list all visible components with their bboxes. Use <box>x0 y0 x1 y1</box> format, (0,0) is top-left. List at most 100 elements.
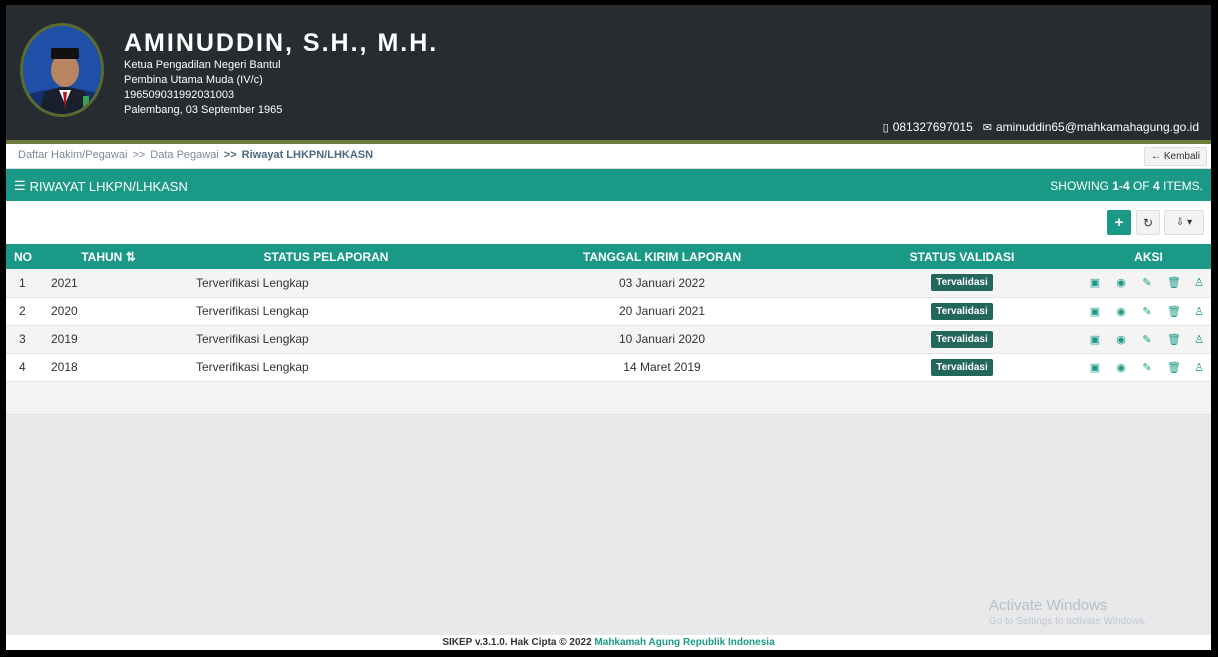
profile-birth: Palembang, 03 September 1965 <box>124 104 283 116</box>
table-row: 1 2021 Terverifikasi Lengkap 03 Januari 202… <box>6 269 1211 297</box>
table-footer-space <box>6 382 1211 415</box>
user-icon[interactable]: ♙ <box>1193 305 1205 318</box>
status-badge: Tervalidasi <box>931 302 993 320</box>
sort-icon: ⇅ <box>125 249 136 264</box>
cell-status: Terverifikasi Lengkap <box>196 304 309 318</box>
cell-tahun: 2018 <box>51 360 78 374</box>
table-row: 4 2018 Terverifikasi Lengkap 14 Maret 2019 T… <box>6 353 1211 381</box>
add-button[interactable]: + <box>1107 210 1131 235</box>
column-header-tahun[interactable]: TAHUN ⇅ <box>51 244 166 269</box>
panel-title: ☰ RIWAYAT LHKPN/LHKASN <box>14 178 188 194</box>
cell-aksi: ▣ ◉ ✎ 🗑 ♙ <box>1086 269 1211 297</box>
cell-tanggal: 03 Januari 2022 <box>618 275 706 290</box>
table-header-row: NO TAHUN ⇅ STATUS PELAPORAN TANGGAL KIRI… <box>6 244 1211 269</box>
status-badge: Tervalidasi <box>931 274 993 292</box>
status-badge: Tervalidasi <box>931 330 993 348</box>
table-row: 3 2019 Terverifikasi Lengkap 10 Januari 202… <box>6 325 1211 353</box>
view-icon[interactable]: ◉ <box>1115 333 1127 346</box>
lhkpn-table: NO TAHUN ⇅ STATUS PELAPORAN TANGGAL KIRI… <box>6 244 1211 382</box>
activate-windows-title: Activate Windows <box>989 597 1108 614</box>
cell-no: 1 <box>19 275 26 290</box>
breadcrumb-item-current: Riwayat LHKPN/LHKASN <box>241 149 374 161</box>
profile-header: AMINUDDIN, S.H., M.H. Ketua Pengadilan N… <box>6 5 1211 140</box>
breadcrumb: Daftar Hakim/Pegawai >> Data Pegawai >> Riwa… <box>18 149 373 161</box>
refresh-button[interactable]: ↻ <box>1136 210 1160 235</box>
summary-range: 1-4 <box>1112 179 1130 193</box>
user-icon[interactable]: ♙ <box>1193 333 1205 346</box>
breadcrumb-separator: >> <box>223 149 237 161</box>
row-actions: ▣ ◉ ✎ 🗑 ♙ <box>1086 333 1211 346</box>
summary-suffix: ITEMS. <box>1159 179 1203 193</box>
panel-summary: SHOWING 1-4 OF 4 ITEMS. <box>1050 179 1203 193</box>
profile-name: AMINUDDIN, S.H., M.H. <box>124 29 439 57</box>
cell-status: Terverifikasi Lengkap <box>196 275 309 290</box>
cell-tahun: 2019 <box>51 332 78 346</box>
user-icon[interactable]: ♙ <box>1193 276 1205 289</box>
panel-title-text: RIWAYAT LHKPN/LHKASN <box>29 178 188 194</box>
edit-icon[interactable]: ✎ <box>1141 276 1153 289</box>
summary-prefix: SHOWING <box>1050 179 1113 193</box>
summary-total: 4 <box>1152 179 1160 193</box>
footer-link[interactable]: Mahkamah Agung Republik Indonesia <box>594 637 774 648</box>
breadcrumb-separator: >> <box>132 149 146 161</box>
column-header-tanggal[interactable]: TANGGAL KIRIM LAPORAN <box>486 244 838 269</box>
breadcrumb-item-data-pegawai[interactable]: Data Pegawai <box>150 149 219 161</box>
panel-header: ☰ RIWAYAT LHKPN/LHKASN SHOWING 1-4 OF 4 … <box>6 169 1211 201</box>
back-button-label: Kembali <box>1163 151 1200 162</box>
mail-icon: ✉ <box>982 121 992 134</box>
delete-icon[interactable]: 🗑 <box>1167 305 1181 318</box>
footer-text: SIKEP v.3.1.0. Hak Cipta © 2022 <box>442 637 595 648</box>
cell-no: 4 <box>19 360 26 374</box>
page-footer: SIKEP v.3.1.0. Hak Cipta © 2022 Mahkamah… <box>6 635 1211 650</box>
arrow-left-icon: ← <box>1150 151 1161 162</box>
cell-validasi: Tervalidasi <box>838 325 1086 353</box>
cell-aksi: ▣ ◉ ✎ 🗑 ♙ <box>1086 325 1211 353</box>
table-row: 2 2020 Terverifikasi Lengkap 20 Januari 202… <box>6 297 1211 325</box>
export-icon: ⇩ ▾ <box>1175 217 1193 228</box>
column-header-status[interactable]: STATUS PELAPORAN <box>166 244 486 269</box>
summary-mid: OF <box>1129 179 1153 193</box>
column-header-aksi: AKSI <box>1134 249 1163 264</box>
profile-nip: 196509031992031003 <box>124 89 235 101</box>
pdf-icon[interactable]: ▣ <box>1089 305 1101 318</box>
plus-icon: + <box>1114 214 1124 231</box>
edit-icon[interactable]: ✎ <box>1141 361 1153 374</box>
cell-no: 3 <box>19 332 26 346</box>
row-actions: ▣ ◉ ✎ 🗑 ♙ <box>1086 305 1211 318</box>
profile-avatar <box>20 23 104 117</box>
row-actions: ▣ ◉ ✎ 🗑 ♙ <box>1086 276 1211 289</box>
profile-email: aminuddin65@mahkamahagung.go.id <box>996 120 1199 134</box>
column-header-tahun-label: TAHUN <box>81 249 123 264</box>
column-header-validasi[interactable]: STATUS VALIDASI <box>838 244 1086 269</box>
delete-icon[interactable]: 🗑 <box>1167 361 1181 374</box>
pdf-icon[interactable]: ▣ <box>1089 333 1101 346</box>
cell-tahun: 2021 <box>51 275 78 290</box>
cell-tahun: 2020 <box>51 304 78 318</box>
pdf-icon[interactable]: ▣ <box>1089 276 1101 289</box>
breadcrumb-item-daftar[interactable]: Daftar Hakim/Pegawai <box>18 149 127 161</box>
cell-aksi: ▣ ◉ ✎ 🗑 ♙ <box>1086 297 1211 325</box>
breadcrumb-bar: Daftar Hakim/Pegawai >> Data Pegawai >> Riwa… <box>6 144 1211 169</box>
refresh-icon: ↻ <box>1142 215 1154 230</box>
delete-icon[interactable]: 🗑 <box>1167 276 1181 289</box>
back-button[interactable]: ← Kembali <box>1143 147 1207 166</box>
pdf-icon[interactable]: ▣ <box>1089 361 1101 374</box>
edit-icon[interactable]: ✎ <box>1141 305 1153 318</box>
cell-validasi: Tervalidasi <box>838 297 1086 325</box>
view-icon[interactable]: ◉ <box>1115 361 1127 374</box>
export-button[interactable]: ⇩ ▾ <box>1164 210 1204 235</box>
profile-position: Ketua Pengadilan Negeri Bantul <box>124 59 281 71</box>
delete-icon[interactable]: 🗑 <box>1167 333 1181 346</box>
view-icon[interactable]: ◉ <box>1115 276 1127 289</box>
cell-no: 2 <box>19 304 26 318</box>
view-icon[interactable]: ◉ <box>1115 305 1127 318</box>
edit-icon[interactable]: ✎ <box>1141 333 1153 346</box>
profile-rank: Pembina Utama Muda (IV/c) <box>124 74 263 86</box>
column-header-no[interactable]: NO <box>6 244 51 269</box>
activate-windows-subtitle: Go to Settings to activate Windows. <box>989 616 1147 627</box>
status-badge: Tervalidasi <box>931 358 993 376</box>
cell-tanggal: 20 Januari 2021 <box>618 304 706 318</box>
user-icon[interactable]: ♙ <box>1193 361 1205 374</box>
table-toolbar: + ↻ ⇩ ▾ <box>6 201 1211 244</box>
cell-status: Terverifikasi Lengkap <box>196 360 309 374</box>
